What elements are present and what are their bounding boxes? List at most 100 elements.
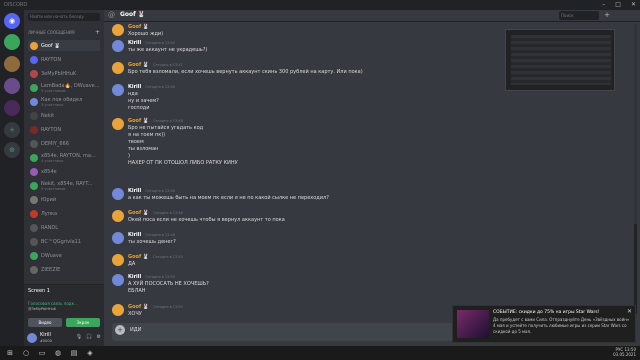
dm-item[interactable]: 3eMyPbIHHuK bbox=[28, 68, 100, 79]
chat-search-input[interactable]: Поиск bbox=[559, 11, 599, 20]
dm-item[interactable]: DEMIY_666 bbox=[28, 138, 100, 149]
message-author[interactable]: Kirill Сегодня в 13:40 bbox=[128, 40, 175, 46]
home-icon[interactable]: ◉ bbox=[4, 13, 20, 29]
message-author[interactable]: Kirill Сегодня в 13:50 bbox=[128, 274, 175, 280]
create-dm-icon[interactable]: + bbox=[95, 29, 100, 36]
avatar bbox=[30, 223, 38, 232]
message-author[interactable]: Goof 🐰 Сегодня в 13:41 bbox=[128, 62, 183, 68]
message-author[interactable]: Goof 🐰 Сегодня в 13:50 bbox=[128, 254, 183, 260]
deafen-icon[interactable]: 🎧 bbox=[86, 334, 92, 340]
title-bar: DISCORD – □ ✕ bbox=[0, 0, 640, 10]
avatar[interactable] bbox=[112, 84, 124, 96]
dm-item[interactable]: Юрий bbox=[28, 194, 100, 205]
explorer-icon[interactable]: ▤ bbox=[68, 347, 80, 359]
server-icon[interactable] bbox=[4, 78, 20, 94]
message-author[interactable]: Kirill Сегодня в 13:46 bbox=[128, 188, 175, 194]
add-server-icon[interactable]: + bbox=[4, 122, 20, 138]
message-author[interactable]: Goof 🐰 Сегодня в 13:46 bbox=[128, 118, 183, 124]
dm-item-name: ZIEEZIE bbox=[41, 266, 61, 273]
dm-item[interactable]: x854e, RAYTON, ma... 4 участника bbox=[28, 152, 100, 163]
clock-date[interactable]: 03.05.2021 bbox=[613, 352, 636, 357]
avatar[interactable] bbox=[112, 24, 124, 36]
avatar[interactable] bbox=[112, 62, 124, 74]
video-button[interactable]: Видео bbox=[28, 318, 62, 327]
discord-taskbar-icon[interactable]: ◈ bbox=[84, 347, 96, 359]
message-text: твоем bbox=[128, 139, 144, 145]
taskview-icon[interactable]: ▭ bbox=[36, 347, 48, 359]
server-icon[interactable] bbox=[4, 34, 20, 50]
avatar[interactable] bbox=[112, 232, 124, 244]
dm-item[interactable]: RANDL bbox=[28, 222, 100, 233]
message-text: ну и зачем? bbox=[128, 98, 159, 104]
notification-title: СОБЫТИЕ: скидки до 75% на игры Star Wars… bbox=[493, 310, 600, 315]
mute-icon[interactable]: 🎙 bbox=[76, 334, 82, 340]
avatar[interactable] bbox=[112, 40, 124, 52]
user-panel: Kirill #0000 🎙 🎧 ⚙ bbox=[24, 330, 104, 346]
screen-share-button[interactable]: Экран bbox=[66, 318, 100, 327]
close-icon[interactable]: ✕ bbox=[627, 308, 632, 315]
app-title: DISCORD bbox=[4, 2, 28, 8]
dm-item[interactable]: Goof 🐰 bbox=[28, 40, 100, 51]
server-icon[interactable] bbox=[4, 100, 20, 116]
maximize-icon[interactable]: □ bbox=[615, 0, 621, 10]
server-icon[interactable] bbox=[4, 56, 20, 72]
avatar[interactable] bbox=[112, 304, 124, 316]
dm-item[interactable]: RAYTON bbox=[28, 54, 100, 65]
message-input-value[interactable]: ИДИ bbox=[130, 327, 141, 333]
author-name: Goof 🐰 bbox=[128, 118, 150, 124]
avatar[interactable] bbox=[112, 118, 124, 130]
scrollbar[interactable] bbox=[634, 24, 637, 314]
avatar bbox=[30, 167, 38, 176]
dm-search-input[interactable]: Найти или начать беседу bbox=[28, 13, 100, 21]
voice-subtitle: @3eMyPbIHHuK bbox=[28, 307, 57, 311]
window-controls: – □ ✕ bbox=[602, 0, 636, 10]
dm-item[interactable]: Nekit bbox=[28, 110, 100, 121]
dm-item[interactable]: LamBada🔥, DWuave... 5 участников bbox=[28, 82, 100, 93]
explore-icon[interactable]: ⊕ bbox=[4, 142, 20, 158]
message-text: ты хочешь денег? bbox=[128, 239, 176, 245]
dm-item[interactable]: Как поя обидел 3 участника bbox=[28, 96, 100, 107]
windows-start-icon[interactable]: ⊞ bbox=[4, 347, 16, 359]
image-attachment[interactable] bbox=[505, 29, 615, 91]
message-text: ты взломан bbox=[128, 146, 159, 152]
message-timestamp: Сегодня в 13:46 bbox=[145, 233, 175, 237]
dm-item-name: DWuave bbox=[41, 252, 62, 259]
close-icon[interactable]: ✕ bbox=[631, 0, 636, 10]
message-author[interactable]: Goof 🐰 bbox=[128, 24, 149, 30]
avatar[interactable] bbox=[112, 188, 124, 200]
dm-item[interactable]: ZIEEZIE bbox=[28, 264, 100, 275]
user-tag: #0000 bbox=[40, 339, 52, 343]
message-timestamp: Сегодня в 13:50 bbox=[153, 255, 183, 259]
dm-item[interactable]: RAYTON bbox=[28, 124, 100, 135]
avatar[interactable] bbox=[112, 254, 124, 266]
message-text: ты же аккаунт не украдешь?) bbox=[128, 47, 208, 53]
chrome-icon[interactable]: ◍ bbox=[52, 347, 64, 359]
avatar bbox=[30, 209, 38, 218]
message-author[interactable]: Goof 🐰 Сегодня в 13:46 bbox=[128, 210, 183, 216]
notification-body: Да пребудет с вами Сила. Отпразднуйте Де… bbox=[493, 317, 630, 334]
avatar bbox=[30, 97, 38, 106]
avatar[interactable] bbox=[112, 210, 124, 222]
dm-item[interactable]: Лупка bbox=[28, 208, 100, 219]
message-author[interactable]: Goof 🐰 Сегодня в 13:50 bbox=[128, 304, 183, 310]
settings-icon[interactable]: ⚙ bbox=[97, 334, 101, 340]
add-friend-icon[interactable]: + bbox=[604, 11, 610, 19]
notification-toast[interactable]: СОБЫТИЕ: скидки до 75% на игры Star Wars… bbox=[452, 305, 636, 343]
dm-item[interactable]: Nekit, x854e, RAYT... 5 участников bbox=[28, 180, 100, 191]
attach-icon[interactable]: + bbox=[115, 325, 125, 335]
dm-item-name: Nekit bbox=[41, 112, 55, 119]
avatar[interactable] bbox=[27, 333, 37, 343]
dm-item[interactable]: BC™QGgrivla11 bbox=[28, 236, 100, 247]
scrollbar-thumb[interactable] bbox=[634, 224, 637, 314]
avatar[interactable] bbox=[112, 274, 124, 286]
dm-item[interactable]: DWuave bbox=[28, 250, 100, 261]
message-author[interactable]: Kirill Сегодня в 13:46 bbox=[128, 232, 175, 238]
message-author[interactable]: Kirill Сегодня в 13:46 bbox=[128, 84, 175, 90]
minimize-icon[interactable]: – bbox=[602, 0, 605, 10]
dm-item-name: Goof 🐰 bbox=[41, 42, 61, 49]
dm-item[interactable]: x854e bbox=[28, 166, 100, 177]
search-icon[interactable]: ○ bbox=[20, 347, 32, 359]
dm-item-name: x854e bbox=[41, 168, 57, 175]
message-text: Бро не пытайся угадать код bbox=[128, 125, 204, 131]
message-text: НАХЕР ОТ ПК ОТОШОЛ ЛИБО РАТКУ КИНУ bbox=[128, 160, 238, 166]
